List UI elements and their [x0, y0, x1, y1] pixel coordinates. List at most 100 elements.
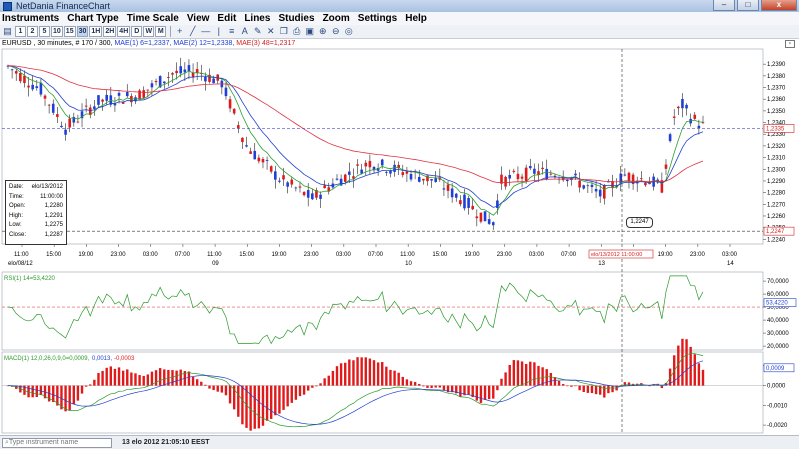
minimize-button[interactable]: – [713, 0, 735, 11]
candle-body [524, 167, 528, 181]
candle-body [364, 162, 368, 167]
close-button[interactable]: x [761, 0, 797, 11]
macd-histogram-bar [290, 385, 293, 403]
macd-histogram-bar [586, 385, 590, 393]
macd-histogram-bar [545, 369, 548, 386]
timescale-button-2h[interactable]: 2H [103, 26, 117, 37]
candle-body [640, 178, 643, 180]
price-tick-label: 1,2320 [767, 144, 786, 150]
macd-histogram-bar [331, 370, 335, 386]
macd-current-label: 0,0009 [766, 366, 785, 372]
macd-histogram-bar [627, 382, 631, 386]
trend-line-icon[interactable]: ╱ [187, 26, 198, 37]
candle-body [393, 164, 396, 172]
menu-chart-type[interactable]: Chart Type [67, 13, 119, 24]
timescale-button-d[interactable]: D [131, 26, 143, 37]
macd-histogram-bar [200, 381, 203, 386]
macd-histogram-bar [171, 370, 174, 386]
menu-time-scale[interactable]: Time Scale [127, 13, 179, 24]
vertical-line-icon[interactable]: | [213, 26, 224, 37]
delete-icon[interactable]: ✕ [265, 26, 276, 37]
price-tick-label: 1,2260 [767, 214, 786, 220]
macd-histogram-bar [31, 385, 34, 398]
timescale-button-10[interactable]: 10 [51, 26, 63, 37]
candle-body [598, 189, 602, 197]
macd-histogram-bar [500, 378, 503, 386]
title-bar: NetDania FinanceChart – □ x [0, 0, 799, 12]
instrument-search-input[interactable] [8, 439, 103, 446]
menu-zoom[interactable]: Zoom [323, 13, 350, 24]
menu-lines[interactable]: Lines [244, 13, 270, 24]
copy-icon[interactable]: ❐ [278, 26, 289, 37]
candle-body [323, 185, 326, 189]
macd-histogram-bar [191, 376, 195, 386]
candle-body [10, 69, 14, 71]
macd-histogram-bar [701, 369, 705, 386]
timescale-button-m[interactable]: M [155, 26, 167, 37]
zoom-out-icon[interactable]: ⊖ [330, 26, 341, 37]
candle-body [319, 194, 322, 199]
status-bar: ⌕ 13 elo 2012 21:05:10 EEST [0, 435, 799, 449]
macd-histogram-bar [68, 385, 71, 411]
macd-histogram-bar [356, 357, 359, 386]
horizontal-line-icon[interactable]: ― [200, 26, 211, 37]
timescale-button-1h[interactable]: 1H [89, 26, 103, 37]
current-price-label: 1,2335 [766, 126, 785, 132]
candle-body [335, 178, 339, 180]
menu-instruments[interactable]: Instruments [2, 13, 59, 24]
macd-histogram-bar [64, 385, 67, 412]
timescale-button-5[interactable]: 5 [39, 26, 50, 37]
time-tick-label: 23:00 [497, 252, 513, 258]
instrument-search[interactable]: ⌕ [2, 437, 112, 448]
candle-body [594, 188, 598, 192]
print-icon[interactable]: ⎙ [291, 26, 302, 37]
macd-histogram-bar [311, 385, 314, 388]
menu-help[interactable]: Help [405, 13, 427, 24]
crosshair-icon[interactable]: + [174, 26, 185, 37]
chart-properties-icon[interactable]: ▤ [2, 26, 13, 37]
maximize-button[interactable]: □ [737, 0, 759, 11]
candle-body [644, 182, 647, 186]
macd-histogram-bar [578, 385, 581, 391]
menu-edit[interactable]: Edit [217, 13, 236, 24]
macd-tick-label: 0,0000 [767, 384, 786, 390]
zoom-reset-icon[interactable]: ◎ [343, 26, 354, 37]
save-icon[interactable]: ▣ [304, 26, 315, 37]
menu-studies[interactable]: Studies [278, 13, 314, 24]
candle-body [187, 65, 191, 72]
macd-histogram-bar [76, 385, 80, 401]
candle-body [43, 95, 47, 99]
macd-histogram-bar [121, 370, 125, 386]
timescale-button-2[interactable]: 2 [27, 26, 38, 37]
text-icon[interactable]: A [239, 26, 250, 37]
timescale-button-1[interactable]: 1 [15, 26, 26, 37]
macd-histogram-bar [175, 370, 178, 386]
menu-view[interactable]: View [187, 13, 210, 24]
timescale-button-15[interactable]: 15 [63, 26, 76, 37]
macd-histogram-bar [512, 360, 516, 386]
candle-body [31, 84, 34, 90]
timescale-button-30[interactable]: 30 [76, 26, 89, 37]
macd-histogram-bar [39, 385, 43, 396]
macd-histogram-bar [282, 385, 285, 410]
pen-icon[interactable]: ✎ [252, 26, 263, 37]
candle-body [483, 211, 487, 222]
candle-body [278, 180, 281, 182]
candle-body [520, 176, 524, 179]
macd-histogram-bar [697, 363, 701, 386]
fibonacci-icon[interactable]: ≡ [226, 26, 237, 37]
zoom-in-icon[interactable]: ⊕ [317, 26, 328, 37]
macd-histogram-bar [483, 385, 487, 400]
candle-body [175, 70, 178, 74]
time-tick-label: 19:00 [658, 252, 674, 258]
macd-histogram-bar [693, 354, 696, 386]
candle-body [253, 150, 257, 160]
chart-area[interactable]: 1,23901,23801,23701,23601,23501,23401,23… [0, 40, 799, 435]
timescale-button-4h[interactable]: 4H [117, 26, 131, 37]
timescale-button-w[interactable]: W [143, 26, 155, 37]
candle-body [51, 103, 55, 113]
close-label: Close: [9, 231, 27, 238]
menu-settings[interactable]: Settings [358, 13, 397, 24]
macd-histogram-bar [72, 385, 75, 405]
candle-body [356, 164, 359, 166]
